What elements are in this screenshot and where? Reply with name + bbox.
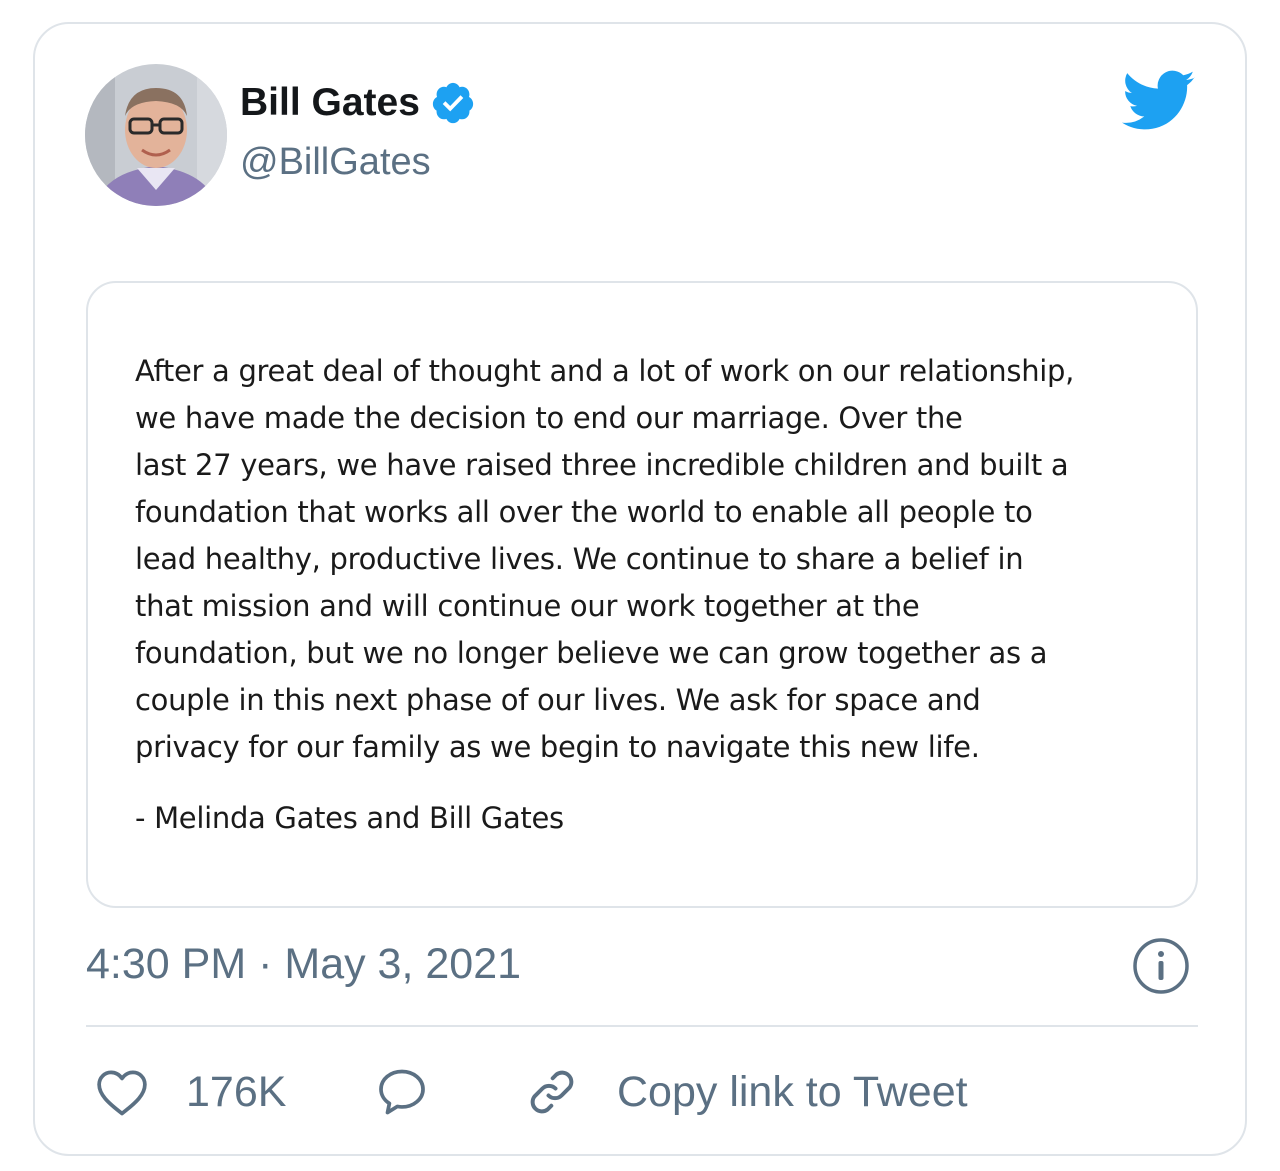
statement-line: foundation that works all over the world… [135, 495, 1033, 529]
statement-text: After a great deal of thought and a lot … [135, 348, 1175, 771]
link-icon[interactable] [524, 1064, 580, 1120]
avatar[interactable] [85, 64, 227, 206]
heart-icon[interactable] [94, 1064, 150, 1120]
statement-line: privacy for our family as we begin to na… [135, 730, 980, 764]
statement-line: that mission and will continue our work … [135, 589, 920, 623]
tweet-actions: 176K Copy link to Tweet [0, 1060, 1280, 1130]
statement-line: lead healthy, productive lives. We conti… [135, 542, 1024, 576]
statement-signature: - Melinda Gates and Bill Gates [135, 801, 564, 835]
tweet-date[interactable]: May 3, 2021 [284, 940, 521, 988]
timestamp-separator: · [258, 940, 273, 988]
twitter-bird-icon[interactable] [1122, 70, 1196, 132]
statement-line: last 27 years, we have raised three incr… [135, 448, 1069, 482]
divider [86, 1025, 1198, 1027]
author-handle[interactable]: @BillGates [240, 140, 431, 184]
statement-line: couple in this next phase of our lives. … [135, 683, 981, 717]
like-count[interactable]: 176K [186, 1066, 286, 1118]
author-name[interactable]: Bill Gates [240, 80, 476, 126]
tweet-timestamp[interactable]: 4:30 PM · May 3, 2021 [86, 938, 521, 990]
copy-link-button[interactable]: Copy link to Tweet [617, 1066, 968, 1118]
reply-bubble-icon[interactable] [374, 1064, 430, 1120]
statement-line: After a great deal of thought and a lot … [135, 354, 1075, 388]
statement-line: foundation, but we no longer believe we … [135, 636, 1048, 670]
tweet-time[interactable]: 4:30 PM [86, 940, 246, 988]
info-icon[interactable] [1132, 937, 1190, 995]
statement-line: we have made the decision to end our mar… [135, 401, 963, 435]
author-name-text[interactable]: Bill Gates [240, 80, 420, 126]
verified-badge-icon [430, 80, 476, 126]
